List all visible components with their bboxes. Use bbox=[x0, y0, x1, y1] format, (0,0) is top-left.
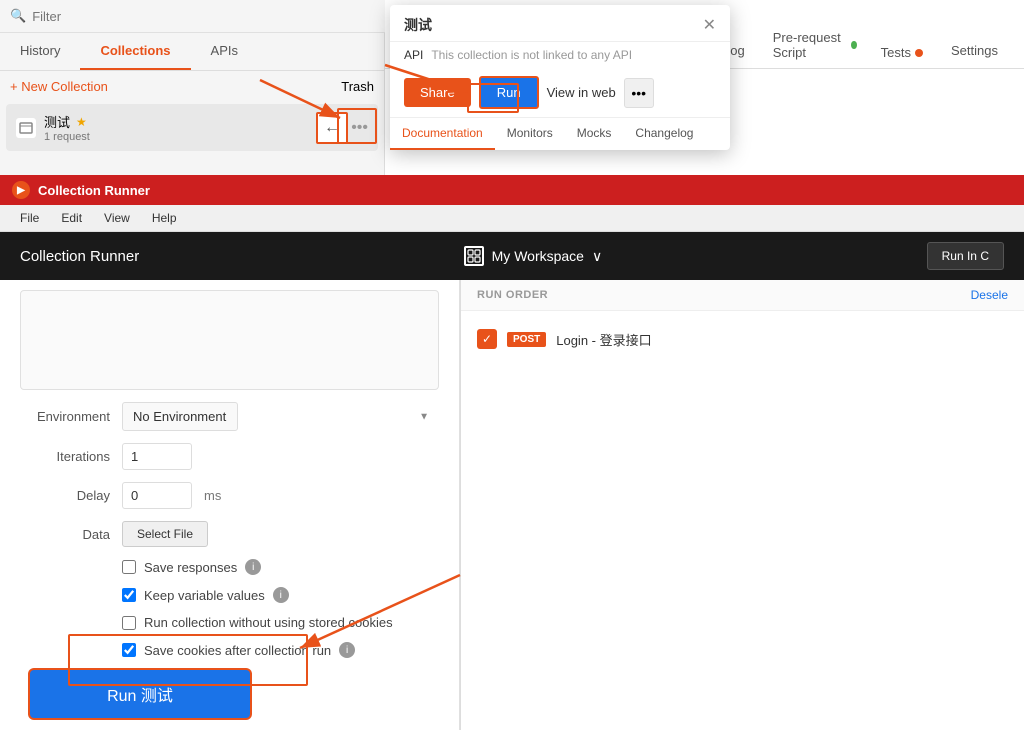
collection-info: 测试 ★ 1 request bbox=[44, 112, 351, 143]
star-icon[interactable]: ★ bbox=[76, 115, 87, 129]
new-collection-button[interactable]: + New Collection bbox=[10, 79, 108, 94]
modal-dialog: 测试 ✕ API This collection is not linked t… bbox=[390, 5, 730, 150]
keep-variable-checkbox[interactable] bbox=[122, 588, 136, 602]
tab-tests[interactable]: Tests bbox=[869, 37, 935, 68]
preview-area bbox=[20, 290, 439, 390]
trash-link[interactable]: Trash bbox=[341, 79, 374, 94]
delay-input[interactable] bbox=[122, 482, 192, 509]
delay-row: Delay ms bbox=[20, 482, 439, 509]
sidebar-actions: + New Collection Trash bbox=[0, 71, 384, 102]
menu-help[interactable]: Help bbox=[142, 208, 187, 228]
run-in-cloud-button[interactable]: Run In C bbox=[927, 242, 1004, 270]
modal-tab-mocks[interactable]: Mocks bbox=[565, 118, 624, 150]
runner-titlebar: ▶ Collection Runner bbox=[0, 175, 1024, 205]
runner-icon: ▶ bbox=[12, 181, 30, 199]
checkbox-keep-variable: Keep variable values i bbox=[20, 587, 439, 603]
environment-row: Environment No Environment ▼ bbox=[20, 402, 439, 431]
runner-menubar: File Edit View Help bbox=[0, 205, 1024, 232]
run-order-list: ✓ POST Login - 登录接口 bbox=[461, 311, 1024, 730]
environment-select[interactable]: No Environment bbox=[122, 402, 238, 431]
api-label: API bbox=[404, 48, 423, 62]
modal-api-row: API This collection is not linked to any… bbox=[390, 42, 730, 68]
modal-tab-changelog[interactable]: Changelog bbox=[623, 118, 705, 150]
menu-edit[interactable]: Edit bbox=[51, 208, 92, 228]
data-label: Data bbox=[20, 527, 110, 542]
runner-header-title: Collection Runner bbox=[20, 248, 139, 265]
modal-tab-monitors[interactable]: Monitors bbox=[495, 118, 565, 150]
sidebar-tabs: History Collections APIs bbox=[0, 33, 384, 71]
save-cookies-checkbox[interactable] bbox=[122, 643, 136, 657]
save-responses-label: Save responses bbox=[144, 560, 237, 575]
method-badge: POST bbox=[507, 332, 546, 347]
menu-file[interactable]: File bbox=[10, 208, 49, 228]
share-button[interactable]: Share bbox=[404, 78, 471, 107]
collection-item[interactable]: 测试 ★ 1 request ← ••• bbox=[6, 104, 378, 151]
tab-apis[interactable]: APIs bbox=[191, 33, 258, 70]
runner-header: Collection Runner My Workspace ∨ Run In … bbox=[0, 232, 1024, 280]
search-icon: 🔍 bbox=[10, 8, 26, 24]
filter-input[interactable] bbox=[32, 9, 375, 24]
keep-variable-info[interactable]: i bbox=[273, 587, 289, 603]
save-responses-checkbox[interactable] bbox=[122, 560, 136, 574]
back-arrow-button[interactable]: ← bbox=[316, 112, 348, 144]
checkbox-save-cookies: Save cookies after collection run i bbox=[20, 642, 439, 658]
workspace-selector[interactable]: My Workspace ∨ bbox=[464, 246, 603, 266]
menu-view[interactable]: View bbox=[94, 208, 140, 228]
modal-header: 测试 ✕ bbox=[390, 5, 730, 42]
iterations-input[interactable] bbox=[122, 443, 192, 470]
run-item-checkbox[interactable]: ✓ bbox=[477, 329, 497, 349]
collection-name: 测试 ★ bbox=[44, 112, 351, 131]
workspace-icon bbox=[464, 246, 484, 266]
tab-prerequest[interactable]: Pre-request Script bbox=[761, 33, 869, 68]
run-button[interactable]: Run bbox=[479, 76, 539, 109]
modal-tab-documentation[interactable]: Documentation bbox=[390, 118, 495, 150]
environment-select-wrapper: No Environment ▼ bbox=[122, 402, 439, 431]
modal-title: 测试 bbox=[404, 15, 432, 35]
runner-body: Environment No Environment ▼ Iterations … bbox=[0, 280, 1024, 730]
save-cookies-label: Save cookies after collection run bbox=[144, 643, 331, 658]
data-row: Data Select File bbox=[20, 521, 439, 547]
workspace-chevron: ∨ bbox=[592, 248, 602, 265]
view-web-button[interactable]: View in web bbox=[547, 85, 616, 100]
tab-history[interactable]: History bbox=[0, 33, 80, 70]
collection-icon bbox=[16, 118, 36, 138]
workspace-label: My Workspace bbox=[492, 248, 584, 264]
save-cookies-info[interactable]: i bbox=[339, 642, 355, 658]
select-arrow-icon: ▼ bbox=[419, 411, 429, 422]
modal-tabs: Documentation Monitors Mocks Changelog bbox=[390, 117, 730, 150]
more-options-button[interactable]: ••• bbox=[624, 78, 654, 108]
keep-variable-label: Keep variable values bbox=[144, 588, 265, 603]
api-description: This collection is not linked to any API bbox=[431, 48, 632, 62]
collection-sub: 1 request bbox=[44, 131, 351, 143]
runner-window: ▶ Collection Runner File Edit View Help … bbox=[0, 175, 1024, 730]
iterations-row: Iterations bbox=[20, 443, 439, 470]
save-responses-info[interactable]: i bbox=[245, 559, 261, 575]
run-order-item: ✓ POST Login - 登录接口 bbox=[461, 321, 1024, 357]
run-collection-button[interactable]: Run 测试 bbox=[30, 670, 250, 718]
tab-collections[interactable]: Collections bbox=[80, 33, 190, 70]
deselect-link[interactable]: Desele bbox=[971, 288, 1008, 302]
modal-actions: Share Run View in web ••• bbox=[390, 68, 730, 117]
runner-left-panel: Environment No Environment ▼ Iterations … bbox=[0, 280, 460, 730]
no-cookies-checkbox[interactable] bbox=[122, 616, 136, 630]
item-dots[interactable]: ••• bbox=[351, 119, 368, 137]
no-cookies-label: Run collection without using stored cook… bbox=[144, 615, 393, 630]
select-file-button[interactable]: Select File bbox=[122, 521, 208, 547]
tests-dot bbox=[915, 49, 923, 57]
delay-label: Delay bbox=[20, 488, 110, 503]
environment-label: Environment bbox=[20, 409, 110, 424]
tab-settings[interactable]: Settings bbox=[935, 35, 1014, 68]
checkbox-no-cookies: Run collection without using stored cook… bbox=[20, 615, 439, 630]
request-name: Login - 登录接口 bbox=[556, 330, 651, 349]
run-order-label: RUN ORDER bbox=[477, 289, 548, 301]
runner-right-panel: RUN ORDER Desele ✓ POST Login - 登录接口 bbox=[461, 280, 1024, 730]
modal-close-button[interactable]: ✕ bbox=[703, 15, 716, 35]
iterations-label: Iterations bbox=[20, 449, 110, 464]
runner-titlebar-label: Collection Runner bbox=[38, 183, 150, 198]
run-order-header: RUN ORDER Desele bbox=[461, 280, 1024, 311]
checkbox-save-responses: Save responses i bbox=[20, 559, 439, 575]
prerequest-dot bbox=[851, 41, 857, 49]
delay-unit: ms bbox=[204, 488, 221, 503]
